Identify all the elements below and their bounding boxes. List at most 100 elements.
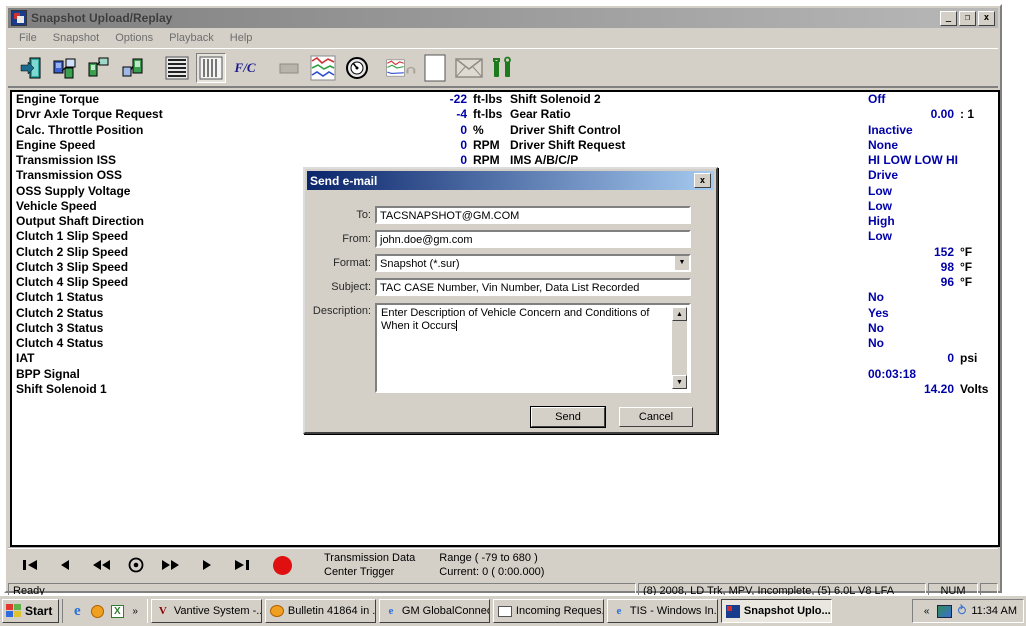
parameter2-label: Gear Ratio <box>510 107 571 122</box>
quick-launch-app-icon[interactable] <box>89 603 105 619</box>
task-label: TIS - Windows In... <box>630 605 718 617</box>
transfer-device-icon[interactable] <box>84 53 114 83</box>
taskbar-task-button[interactable]: Snapshot Uplo... <box>721 599 832 623</box>
start-button[interactable]: Start <box>2 599 59 623</box>
taskbar-task-button[interactable]: V Vantive System -... <box>151 599 262 623</box>
start-label: Start <box>25 604 52 618</box>
task-app-icon: V <box>156 604 170 618</box>
display-tray-icon[interactable] <box>937 605 952 618</box>
task-label: Bulletin 41864 in ... <box>288 605 376 617</box>
parameter2-label: Driver Shift Control <box>510 123 621 138</box>
parameter-label: Transmission OSS <box>16 168 122 183</box>
cancel-button[interactable]: Cancel <box>619 407 693 427</box>
menu-help[interactable]: Help <box>223 30 260 46</box>
taskbar-task-button[interactable]: e GM GlobalConnec... <box>379 599 490 623</box>
scroll-up-icon[interactable]: ▲ <box>672 307 687 321</box>
download-device-icon[interactable] <box>118 53 148 83</box>
parameter2-value: High <box>868 214 954 229</box>
table-row[interactable]: Transmission ISS 0 RPM IMS A/B/C/P HI LO… <box>12 153 998 168</box>
clock: 11:34 AM <box>971 605 1017 617</box>
menu-file[interactable]: File <box>12 30 44 46</box>
multi-graph-icon[interactable] <box>308 53 338 83</box>
textarea-scrollbar[interactable]: ▲ ▼ <box>672 307 687 389</box>
record-icon[interactable] <box>273 556 292 575</box>
exit-icon[interactable] <box>16 53 46 83</box>
parameter-value: 0 <box>307 138 467 153</box>
table-row[interactable]: Engine Torque -22 ft-lbs Shift Solenoid … <box>12 92 998 107</box>
parameter-unit: ft-lbs <box>473 107 502 122</box>
parameter2-value: 96 <box>868 275 954 290</box>
send-button[interactable]: Send <box>531 407 605 427</box>
quick-launch: e X » <box>62 599 148 623</box>
menu-snapshot[interactable]: Snapshot <box>46 30 106 46</box>
minimize-button[interactable]: _ <box>940 11 957 26</box>
parameter2-unit: : 1 <box>960 107 974 122</box>
to-input[interactable]: TACSNAPSHOT@GM.COM <box>375 206 691 224</box>
scroll-down-icon[interactable]: ▼ <box>672 375 687 389</box>
messenger-tray-icon[interactable]: ⥁ <box>957 603 966 619</box>
fahrenheit-celsius-icon[interactable]: F/C <box>230 53 260 83</box>
parameter2-unit: °F <box>960 260 972 275</box>
parameter-label: Clutch 1 Status <box>16 290 103 305</box>
system-tray: « ⥁ 11:34 AM <box>912 599 1024 623</box>
from-input[interactable]: john.doe@gm.com <box>375 230 691 248</box>
description-textarea[interactable]: Enter Description of Vehicle Concern and… <box>375 303 691 393</box>
menu-bar: File Snapshot Options Playback Help <box>8 29 998 47</box>
parameter-value: 0 <box>307 153 467 168</box>
restore-button[interactable]: ❐ <box>959 11 976 26</box>
task-app-icon <box>498 606 512 617</box>
parameter-unit: RPM <box>473 138 500 153</box>
tray-chevron-icon[interactable]: « <box>921 606 933 617</box>
parameter2-value: Inactive <box>868 123 954 138</box>
center-trigger-icon[interactable] <box>125 557 147 573</box>
rewind-icon[interactable] <box>90 557 112 573</box>
task-app-icon <box>270 605 284 617</box>
format-select[interactable]: Snapshot (*.sur) ▼ <box>375 254 691 272</box>
taskbar-task-button[interactable]: Bulletin 41864 in ... <box>265 599 376 623</box>
menu-playback[interactable]: Playback <box>162 30 221 46</box>
parameter-label: Engine Speed <box>16 138 95 153</box>
skip-to-start-icon[interactable] <box>20 557 42 573</box>
chevron-down-icon[interactable]: ▼ <box>674 255 690 271</box>
parameter2-value: None <box>868 138 954 153</box>
disabled-button-icon <box>274 53 304 83</box>
app-icon <box>11 10 27 26</box>
data-list-horizontal-icon[interactable] <box>162 53 192 83</box>
parameter-label: Transmission ISS <box>16 153 116 168</box>
table-row[interactable]: Engine Speed 0 RPM Driver Shift Request … <box>12 138 998 153</box>
close-button[interactable]: x <box>978 11 995 26</box>
internet-explorer-icon[interactable]: e <box>69 603 85 619</box>
menu-options[interactable]: Options <box>108 30 160 46</box>
taskbar-task-button[interactable]: Incoming Reques... <box>493 599 604 623</box>
parameter2-value: Low <box>868 184 954 199</box>
table-row[interactable]: Drvr Axle Torque Request -4 ft-lbs Gear … <box>12 107 998 122</box>
parameter2-label: Shift Solenoid 2 <box>510 92 601 107</box>
overflow-chevron-icon[interactable]: » <box>129 606 141 617</box>
taskbar-task-button[interactable]: e TIS - Windows In... <box>607 599 718 623</box>
subject-input[interactable]: TAC CASE Number, Vin Number, Data List R… <box>375 278 691 296</box>
text-caret <box>456 320 457 331</box>
table-row[interactable]: Calc. Throttle Position 0 % Driver Shift… <box>12 123 998 138</box>
parameter-label: OSS Supply Voltage <box>16 184 130 199</box>
from-label: From: <box>309 233 371 245</box>
toolbar-separator <box>376 53 382 83</box>
parameter-label: Output Shaft Direction <box>16 214 144 229</box>
blank-page-icon[interactable] <box>420 53 450 83</box>
skip-to-end-icon[interactable] <box>230 557 252 573</box>
parameter2-value: Off <box>868 92 954 107</box>
dialog-title-bar: Send e-mail x <box>307 171 714 190</box>
playback-current-line: Current: 0 ( 0:00.000) <box>439 565 544 579</box>
fast-forward-icon[interactable] <box>160 557 182 573</box>
gauge-icon[interactable] <box>342 53 372 83</box>
title-bar: Snapshot Upload/Replay _ ❐ x <box>8 8 998 28</box>
spreadsheet-app-icon[interactable]: X <box>109 603 125 619</box>
playback-range-line: Range ( -79 to 680 ) <box>439 551 544 565</box>
dialog-close-icon[interactable]: x <box>694 173 711 188</box>
data-list-vertical-icon[interactable] <box>196 53 226 83</box>
parameter-label: Clutch 4 Status <box>16 336 103 351</box>
step-back-icon[interactable] <box>55 557 77 573</box>
play-icon[interactable] <box>195 557 217 573</box>
taskbar: Start e X » V Vantive System -... Bullet… <box>0 595 1026 626</box>
upload-scan-tool-icon[interactable] <box>50 53 80 83</box>
tools-icon[interactable] <box>488 53 518 83</box>
